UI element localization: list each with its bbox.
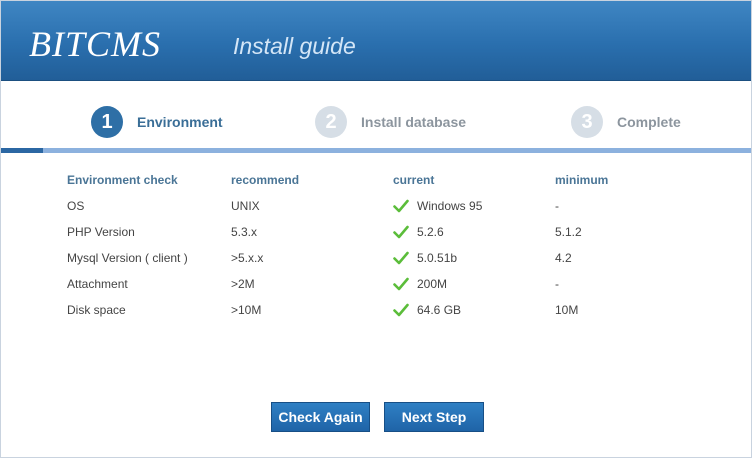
- check-again-button[interactable]: Check Again: [271, 402, 370, 432]
- check-name: OS: [67, 199, 85, 213]
- checkmark-icon: [393, 277, 409, 291]
- table-row: Mysql Version ( client ) >5.x.x 5.0.51b …: [67, 245, 635, 271]
- minimum-value: 10M: [555, 303, 579, 317]
- current-value: Windows 95: [417, 199, 483, 213]
- step-number: 1: [91, 106, 123, 138]
- recommend-value: >5.x.x: [231, 251, 264, 265]
- recommend-value: >2M: [231, 277, 255, 291]
- recommend-value: UNIX: [231, 199, 260, 213]
- step-number: 2: [315, 106, 347, 138]
- check-name: PHP Version: [67, 225, 135, 239]
- table-row: OS UNIX Windows 95 -: [67, 188, 635, 219]
- table-row: PHP Version 5.3.x 5.2.6 5.1.2: [67, 219, 635, 245]
- table-header-row: Environment check recommend current mini…: [67, 171, 635, 188]
- minimum-value: -: [555, 277, 559, 291]
- check-name: Attachment: [67, 277, 128, 291]
- table-row: Disk space >10M 64.6 GB 10M: [67, 297, 635, 323]
- current-value: 5.2.6: [417, 225, 444, 239]
- step-install-database: 2 Install database: [315, 106, 466, 138]
- step-environment: 1 Environment: [91, 106, 223, 138]
- minimum-value: -: [555, 199, 559, 213]
- recommend-value: 5.3.x: [231, 225, 258, 239]
- minimum-value: 5.1.2: [555, 225, 582, 239]
- minimum-value: 4.2: [555, 251, 572, 265]
- step-indicator: 1 Environment 2 Install database 3 Compl…: [1, 82, 751, 148]
- checkmark-icon: [393, 225, 409, 239]
- step-label: Install database: [361, 114, 467, 130]
- progress-fill: [1, 148, 43, 153]
- header-bar: BITCMS Install guide: [1, 1, 751, 81]
- checkmark-icon: [393, 251, 409, 265]
- logo: BITCMS: [29, 24, 161, 64]
- step-complete: 3 Complete: [571, 106, 681, 138]
- next-step-button[interactable]: Next Step: [384, 402, 484, 432]
- step-number: 3: [571, 106, 603, 138]
- progress-bar: [1, 148, 751, 153]
- checkmark-icon: [393, 303, 409, 317]
- checkmark-icon: [393, 199, 409, 213]
- table-row: Attachment >2M 200M -: [67, 271, 635, 297]
- column-header: current: [393, 172, 435, 187]
- check-name: Disk space: [67, 303, 126, 317]
- current-value: 64.6 GB: [417, 303, 462, 317]
- recommend-value: >10M: [231, 303, 262, 317]
- environment-table: Environment check recommend current mini…: [67, 171, 635, 323]
- column-header: minimum: [555, 172, 609, 187]
- column-header: Environment check: [67, 172, 178, 187]
- current-value: 5.0.51b: [417, 251, 458, 265]
- current-value: 200M: [417, 277, 448, 291]
- page-title: Install guide: [233, 33, 356, 59]
- check-name: Mysql Version ( client ): [67, 251, 188, 265]
- step-label: Complete: [617, 114, 681, 130]
- step-label: Environment: [137, 114, 223, 130]
- column-header: recommend: [231, 172, 300, 187]
